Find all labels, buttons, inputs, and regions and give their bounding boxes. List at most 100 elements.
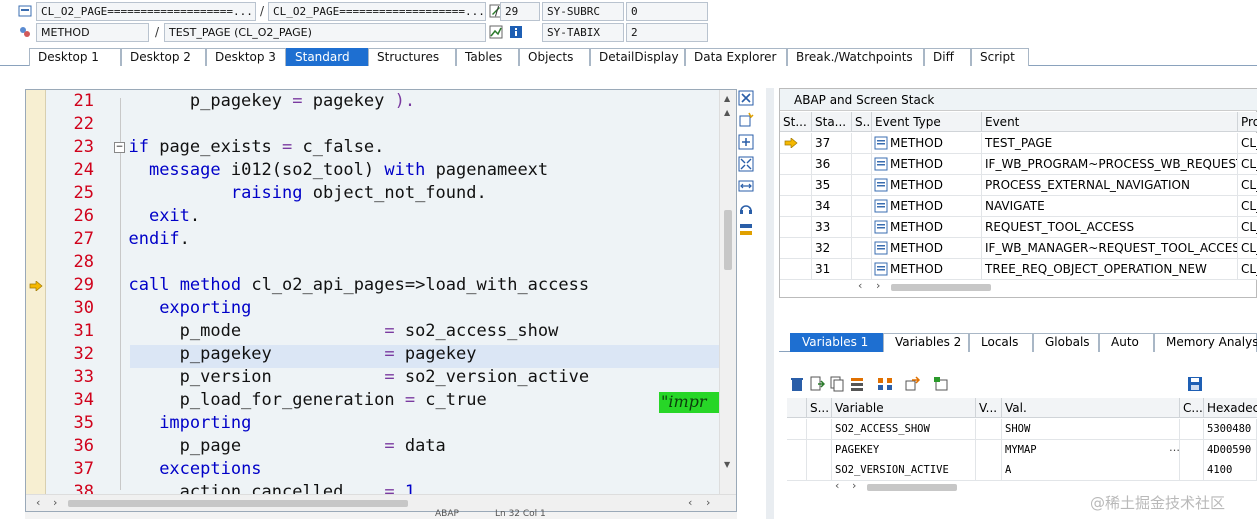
line-number-field[interactable]: 29 [500, 2, 540, 21]
var-name-cell[interactable]: SO2_ACCESS_SHOW [832, 419, 976, 439]
variables-panel: Variables 1 Variables 2 Locals Globals A… [779, 320, 1257, 519]
var-scroll-left-icon[interactable]: ‹ [835, 479, 839, 492]
editor-vertical-scrollbar[interactable]: ▲ ▲ ▼ [719, 90, 736, 494]
stack-type-cell: METHOD [872, 175, 982, 195]
tab-variables-1[interactable]: Variables 1 [790, 333, 883, 352]
col-event-type[interactable]: Event Type [872, 112, 982, 131]
value-detail-icon[interactable]: … [1169, 438, 1180, 458]
col-value[interactable]: Val. [1002, 398, 1180, 417]
scroll-thumb[interactable] [724, 210, 732, 270]
copy-icon[interactable] [829, 376, 845, 392]
tab-data-explorer[interactable]: Data Explorer [685, 48, 787, 66]
stack-row[interactable]: 37 METHOD TEST_PAGECL_ [780, 133, 1257, 154]
col-s[interactable]: S... [852, 112, 872, 131]
tab-tables[interactable]: Tables [456, 48, 519, 66]
col-event[interactable]: Event [982, 112, 1238, 131]
tab-locals[interactable]: Locals [969, 333, 1033, 352]
stack-row[interactable]: 32 METHOD IF_WB_MANAGER~REQUEST_TOOL_ACCES… [780, 238, 1257, 259]
tab-diff[interactable]: Diff [924, 48, 971, 66]
col-sel[interactable] [787, 398, 807, 417]
scroll-up-page-icon[interactable]: ▲ [724, 108, 730, 117]
tab-memory-analysis[interactable]: Memory Analysis [1154, 333, 1257, 352]
tab-variables-2[interactable]: Variables 2 [883, 333, 969, 352]
scroll-right-page-icon[interactable]: ‹ [688, 496, 692, 509]
breakpoint-gutter[interactable] [26, 90, 46, 494]
close-icon[interactable] [738, 90, 754, 106]
program-field[interactable]: CL_O2_PAGE===================... [36, 2, 256, 21]
variable-row[interactable]: PAGEKEY MYMAP 4D00590… [787, 438, 1257, 461]
stack-scroll-thumb[interactable] [891, 284, 991, 291]
import-icon[interactable] [933, 376, 949, 392]
splitter[interactable] [766, 88, 774, 519]
col-var-s[interactable]: S... [807, 398, 832, 417]
variable-row[interactable]: SO2_VERSION_ACTIVE A 4100 [787, 460, 1257, 481]
tab-auto[interactable]: Auto [1099, 333, 1154, 352]
col-variable[interactable]: Variable [832, 398, 976, 417]
include-field[interactable]: CL_O2_PAGE===================... [268, 2, 486, 21]
scroll-left-icon[interactable]: ‹ [36, 496, 40, 509]
var-sel-cell [787, 460, 807, 480]
tab-standard[interactable]: Standard [286, 48, 368, 66]
var-scroll-right-icon[interactable]: › [852, 479, 856, 492]
scroll-down-icon[interactable]: ▼ [724, 460, 730, 469]
tab-detail-display[interactable]: DetailDisplay [590, 48, 685, 66]
stack-s-cell [852, 196, 872, 216]
tab-structures[interactable]: Structures [368, 48, 456, 66]
stack-row[interactable]: 33 METHOD REQUEST_TOOL_ACCESSCL_ [780, 217, 1257, 238]
stack-row[interactable]: 35 METHOD PROCESS_EXTERNAL_NAVIGATIONCL_ [780, 175, 1257, 196]
export-icon[interactable] [905, 376, 921, 392]
method-type-icon [874, 178, 888, 192]
variable-row[interactable]: SO2_ACCESS_SHOW SHOW 5300480 [787, 419, 1257, 440]
var-name-cell[interactable]: SO2_VERSION_ACTIVE [832, 460, 976, 480]
h-scroll-thumb[interactable] [68, 500, 408, 507]
graph-icon[interactable] [489, 25, 503, 39]
stack-prog-cell: CL_ [1238, 196, 1257, 216]
var-name-cell[interactable]: PAGEKEY [832, 439, 976, 460]
col-program[interactable]: Pro [1238, 112, 1257, 131]
code-line: p_load_for_generation = c_true [108, 390, 487, 410]
editor-horizontal-scrollbar[interactable]: ‹ › ‹ › [26, 494, 736, 511]
scroll-right-icon[interactable]: › [706, 496, 710, 509]
stack-scroll-right-icon[interactable]: › [876, 279, 880, 292]
tab-objects[interactable]: Objects [519, 48, 590, 66]
delete-icon[interactable] [789, 376, 805, 392]
col-v[interactable]: V... [976, 398, 1002, 417]
scroll-left-page-icon[interactable]: › [53, 496, 57, 509]
fit-icon[interactable] [738, 156, 754, 172]
stack-row[interactable]: 36 METHOD IF_WB_PROGRAM~PROCESS_WB_REQUEST… [780, 154, 1257, 175]
tab-desktop-3[interactable]: Desktop 3 [206, 48, 286, 66]
hierarchy-icon[interactable] [877, 376, 893, 392]
tab-desktop-2[interactable]: Desktop 2 [121, 48, 206, 66]
list-icon[interactable] [849, 376, 865, 392]
source-code-editor[interactable]: − 21 p_pagekey = pagekey ). 22 23 if page_… [25, 89, 737, 512]
stack-row[interactable]: 34 METHOD NAVIGATECL_ [780, 196, 1257, 217]
info-icon[interactable] [509, 25, 523, 39]
scroll-up-icon[interactable]: ▲ [724, 94, 730, 103]
settings-icon[interactable] [738, 222, 754, 238]
tab-breakpoints[interactable]: Break./Watchpoints [787, 48, 924, 66]
new-tool-icon[interactable] [738, 112, 754, 128]
swap-icon[interactable] [738, 178, 754, 194]
transfer-icon[interactable] [809, 376, 825, 392]
tab-globals[interactable]: Globals [1033, 333, 1099, 352]
save-icon[interactable] [1187, 376, 1203, 392]
event-type-text: METHOD [890, 241, 943, 255]
col-status[interactable]: St... [780, 112, 812, 131]
tab-script[interactable]: Script [971, 48, 1029, 66]
stack-row[interactable]: 31 METHOD TREE_REQ_OBJECT_OPERATION_NEWCL_ [780, 259, 1257, 280]
tab-desktop-1[interactable]: Desktop 1 [29, 48, 121, 66]
col-hex[interactable]: Hexadec [1204, 398, 1257, 417]
services-icon[interactable] [738, 200, 754, 216]
maximize-icon[interactable] [738, 134, 754, 150]
class-icon [18, 5, 32, 17]
stack-level-cell: 37 [812, 133, 852, 153]
stack-level-cell: 35 [812, 175, 852, 195]
var-scroll-thumb[interactable] [867, 484, 957, 491]
col-c[interactable]: C... [1180, 398, 1204, 417]
stack-hscroll[interactable]: ‹ › [853, 279, 1257, 294]
col-stack-level[interactable]: Sta... [812, 112, 852, 131]
var-value-cell: A [1002, 460, 1180, 480]
stack-scroll-left-icon[interactable]: ‹ [858, 279, 862, 292]
stack-event-cell: PROCESS_EXTERNAL_NAVIGATION [982, 175, 1238, 195]
code-line: exporting [159, 298, 252, 318]
